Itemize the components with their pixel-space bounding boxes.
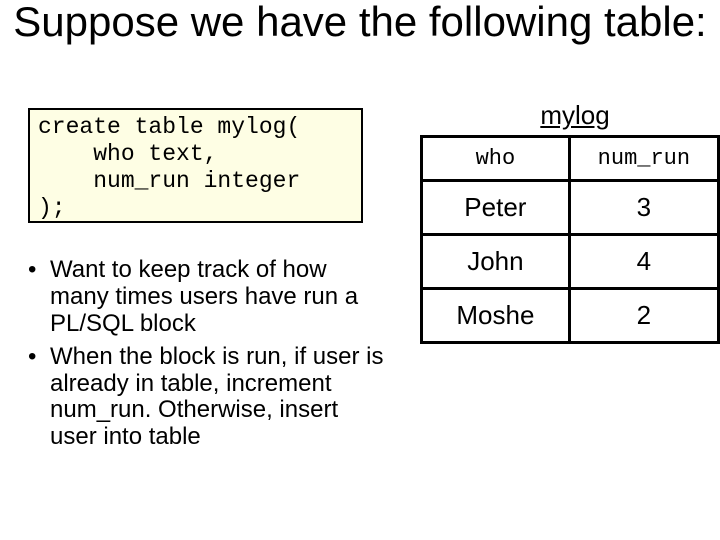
table-header-row: who num_run	[422, 137, 719, 181]
bullet-item: When the block is run, if user is alread…	[28, 344, 388, 452]
mylog-table: who num_run Peter 3 John 4 Moshe 2	[420, 135, 720, 344]
table-row: Peter 3	[422, 181, 719, 235]
cell-who: Peter	[422, 181, 570, 235]
sql-code-block: create table mylog( who text, num_run in…	[28, 108, 363, 223]
cell-numrun: 3	[569, 181, 718, 235]
bullet-item: Want to keep track of how many times use…	[28, 257, 388, 338]
cell-numrun: 4	[569, 235, 718, 289]
slide-title: Suppose we have the following table:	[10, 0, 710, 44]
cell-who: Moshe	[422, 289, 570, 343]
col-header-numrun: num_run	[569, 137, 718, 181]
col-header-who: who	[422, 137, 570, 181]
table-row: Moshe 2	[422, 289, 719, 343]
table-row: John 4	[422, 235, 719, 289]
cell-numrun: 2	[569, 289, 718, 343]
cell-who: John	[422, 235, 570, 289]
bullet-list: Want to keep track of how many times use…	[28, 257, 388, 457]
table-caption: mylog	[485, 100, 665, 131]
slide: Suppose we have the following table: cre…	[0, 0, 720, 540]
